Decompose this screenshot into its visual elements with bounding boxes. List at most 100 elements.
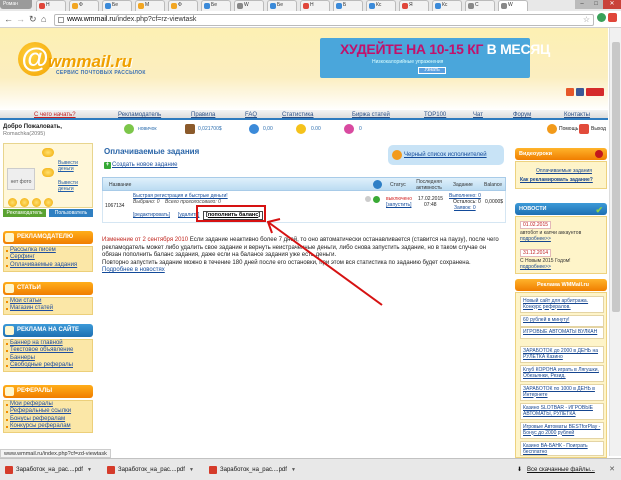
scrollbar-thumb[interactable] [612,42,620,312]
link-banners[interactable]: Баннеры [4,355,92,362]
reload-icon[interactable]: ↻ [29,15,37,24]
play-video-icon[interactable] [595,150,603,158]
page-scrollbar[interactable] [609,28,621,456]
chevron-down-icon[interactable]: ▼ [87,467,92,473]
help-link[interactable]: Помощь [559,126,578,132]
address-bar[interactable]: www.wmmail.ru/index.php?cf=rz-viewtask ☆ [54,14,594,26]
link-mailing[interactable]: Рассылка писем [4,247,92,254]
advertiser-mode-button[interactable]: Рекламодатель [3,209,46,217]
browser-tab[interactable]: Бе [201,0,231,11]
logo-at-icon[interactable]: @ [18,42,52,76]
browser-tab[interactable]: Ф [69,0,99,11]
browser-tab[interactable]: Я [399,0,429,11]
settings-icon[interactable] [365,196,371,202]
link-referral-urls[interactable]: Реферальные ссылки [4,408,92,415]
edit-task-link[interactable]: [редактировать] [133,212,170,218]
news-more-1[interactable]: подробнее>> [520,236,551,242]
extension-icon[interactable] [597,13,606,22]
browser-tab[interactable]: Н [300,0,330,11]
col-last-activity: Последняя активность [416,179,442,191]
browser-tab[interactable]: W [234,0,264,11]
extension-icon-2[interactable] [608,13,617,22]
ad-item[interactable]: Игровые Автоматы BESTforPlay - Бонус до … [520,422,604,439]
link-main-banner[interactable]: Баннер на главной [4,340,92,347]
all-downloads-link[interactable]: ⬇ Все скачанные файлы... [515,464,595,476]
menu-faq[interactable]: FAQ [245,111,257,119]
browser-tab[interactable]: Н [36,0,66,11]
menu-chat[interactable]: Чат [473,111,483,119]
ad-item[interactable]: Новый сайт для арбитража. Конкурс рефера… [520,296,604,313]
forward-icon[interactable]: → [16,15,25,24]
ad-item[interactable]: Казино ВА-БАНК - Поиграть бесплатно [520,441,604,456]
ad-item[interactable]: Казино SLOTBAR - ИГРОВЫЕ АВТОМАТЫ, РУЛЕТ… [520,403,604,420]
ad-item[interactable]: ЗАРАБОТОК по 1000 в ДЕНЬ в Интернете [520,384,604,401]
back-icon[interactable]: ← [4,15,13,24]
browser-tab[interactable]: Ф [168,0,198,11]
ad-item[interactable]: Клуб КОРОНА играть в Лягушки, Обезьянки,… [520,365,604,382]
chevron-down-icon[interactable]: ▼ [189,467,194,473]
link-paid-tasks[interactable]: Оплачиваемые задания [4,262,92,269]
browser-tab[interactable]: Кс [366,0,396,11]
menu-rules[interactable]: Правила [191,111,215,119]
play-icon[interactable] [373,196,380,203]
menu-start[interactable]: С чего начать? [34,111,76,119]
profile-badge[interactable]: Роман [0,0,32,9]
menu-advertiser[interactable]: Рекламодатель [118,111,161,119]
browser-tab[interactable]: W [498,0,528,11]
video-link-advertise[interactable]: Как рекламировать задание? [520,177,593,183]
orders-count[interactable]: Заявок: 0 [454,205,476,211]
help-icon[interactable] [547,124,557,134]
browser-tab[interactable]: С [465,0,495,11]
link-surfing[interactable]: Серфинг [4,254,92,261]
ad-item[interactable]: 60 рублей в минуту! [520,315,604,327]
withdraw-link-2[interactable]: Вывести деньги [58,180,92,192]
menu-forum[interactable]: Форум [513,111,531,119]
close-window-button[interactable]: ✕ [603,0,621,9]
menu-contacts[interactable]: Контакты [564,111,590,119]
banner-button[interactable]: Узнать [418,67,446,74]
ad-item[interactable]: ЗАРАБОТОК до 2000 в ДЕНЬ на РУЛЕТКА Кази… [520,346,604,363]
browser-tab[interactable]: Бе [102,0,132,11]
youtube-icon[interactable] [586,88,604,96]
site-logo[interactable]: wmmail.ru [48,52,132,72]
browser-tab[interactable]: Б [333,0,363,11]
browser-tab[interactable]: Бе [267,0,297,11]
menu-top100[interactable]: TOP100 [424,111,446,119]
maximize-button[interactable]: □ [589,0,603,9]
add-task-button[interactable]: + Создать новое задание [104,162,178,169]
bookmark-star-icon[interactable]: ☆ [583,15,590,25]
download-item-1[interactable]: Заработок_на_рас....pdf ▼ [4,464,92,476]
news-more-2[interactable]: подробнее>> [520,264,551,270]
link-referral-bonuses[interactable]: Бонусы рефералам [4,416,92,423]
close-downloads-icon[interactable]: ✕ [609,465,615,473]
link-text-ad[interactable]: Текстовое объявление [4,347,92,354]
menu-articles[interactable]: Биржа статей [352,111,390,119]
download-item-2[interactable]: Заработок_на_рас....pdf ▼ [106,464,194,476]
link-article-shop[interactable]: Магазин статей [4,305,92,312]
blacklist-link[interactable]: Черный список исполнителей [404,152,487,158]
username[interactable]: Romachka(2095) [3,131,45,137]
browser-tab[interactable]: М [135,0,165,11]
refresh-icon[interactable] [373,180,382,189]
link-free-referrals[interactable]: Свободные рефералы [4,362,92,369]
chevron-down-icon[interactable]: ▼ [291,467,296,473]
withdraw-link[interactable]: Вывести деньги [58,160,92,172]
news-more-link[interactable]: Подробнее в новостях [102,267,165,273]
download-item-3[interactable]: Заработок_на_рас....pdf ▼ [208,464,296,476]
link-my-referrals[interactable]: Мои рефералы [4,401,92,408]
menu-stats[interactable]: Статистика [282,111,314,119]
ad-item[interactable]: ИГРОВЫЕ АВТОМАТЫ ВУЛКАН [520,327,604,339]
ad-banner[interactable]: ХУДЕЙТЕ НА 10-15 КГ В МЕСЯЦ Низкокалорий… [320,38,550,78]
avatar[interactable]: нет фото [7,168,35,190]
start-task-link[interactable]: [запустить] [386,202,411,208]
facebook-icon[interactable] [576,88,584,96]
logout-link[interactable]: Выход [591,126,606,132]
logout-icon[interactable] [579,124,589,134]
link-referral-contests[interactable]: Конкурсы рефералам [4,423,92,430]
rss-icon[interactable] [566,88,574,96]
minimize-button[interactable]: – [575,0,589,9]
home-icon[interactable]: ⌂ [41,15,46,24]
user-mode-button[interactable]: Пользователь [49,209,93,217]
video-link-tasks[interactable]: Оплачиваемые задания [536,168,592,174]
browser-tab[interactable]: Кс [432,0,462,11]
